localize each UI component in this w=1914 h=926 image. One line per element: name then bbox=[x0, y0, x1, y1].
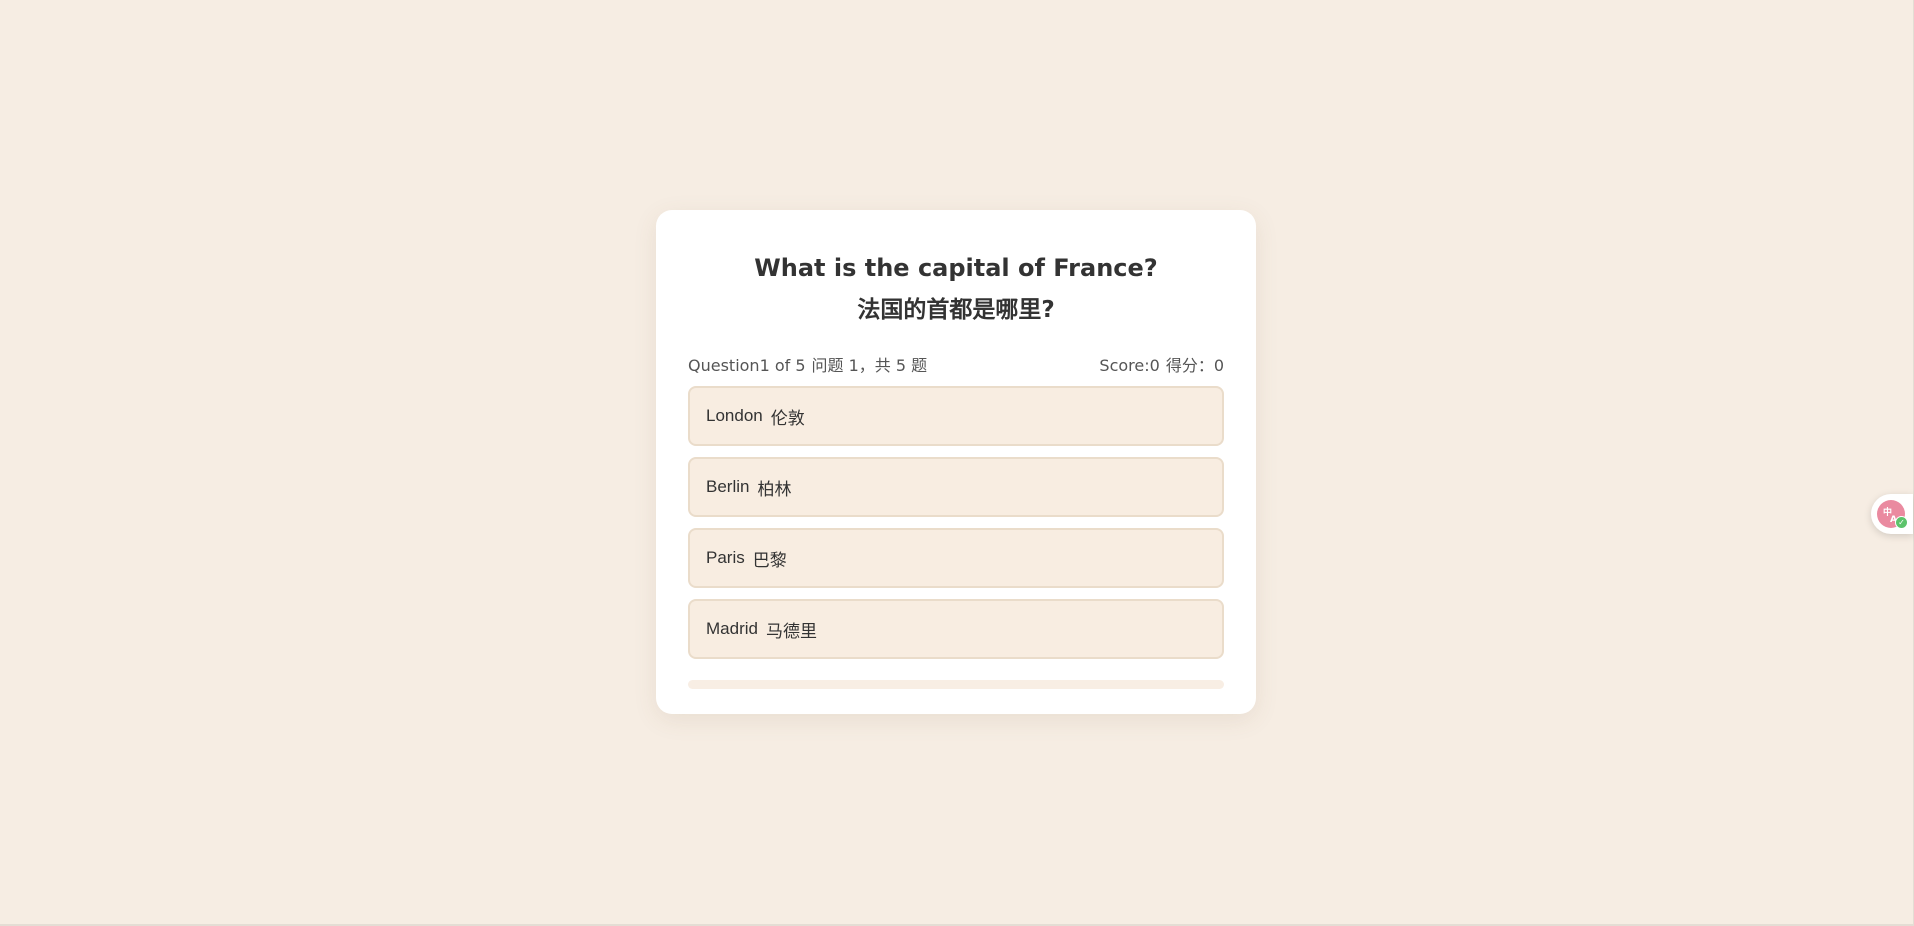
question-progress: Question1 of 5 问题 1，共 5 题 bbox=[688, 352, 927, 376]
answer-option-paris[interactable]: Paris 巴黎 bbox=[688, 528, 1224, 588]
answer-option-berlin[interactable]: Berlin 柏林 bbox=[688, 457, 1224, 517]
answer-options: London 伦敦 Berlin 柏林 Paris 巴黎 Madrid 马德里 bbox=[688, 386, 1224, 659]
page: What is the capital of France? 法国的首都是哪里?… bbox=[0, 0, 1914, 926]
option-label-en: Berlin bbox=[706, 477, 750, 496]
option-label-cn: 柏林 bbox=[757, 479, 792, 499]
question-progress-en: Question1 of 5 bbox=[688, 356, 806, 375]
option-label-cn: 巴黎 bbox=[752, 550, 787, 570]
option-label-cn: 伦敦 bbox=[770, 408, 805, 428]
answer-option-madrid[interactable]: Madrid 马德里 bbox=[688, 599, 1224, 659]
quiz-card: What is the capital of France? 法国的首都是哪里?… bbox=[656, 210, 1256, 714]
score-en: Score:0 bbox=[1099, 356, 1160, 375]
answer-option-london[interactable]: London 伦敦 bbox=[688, 386, 1224, 446]
question-progress-cn: 问题 1，共 5 题 bbox=[811, 356, 928, 375]
translate-icon: 中 A ✓ bbox=[1877, 500, 1908, 529]
question-title-chinese: 法国的首都是哪里? bbox=[857, 297, 1055, 323]
translate-widget-button[interactable]: 中 A ✓ bbox=[1871, 494, 1913, 534]
question-title: What is the capital of France? bbox=[754, 254, 1158, 282]
quiz-meta: Question1 of 5 问题 1，共 5 题 Score:0 得分：0 bbox=[688, 352, 1224, 376]
progress-bar bbox=[688, 680, 1224, 689]
option-label-cn: 马德里 bbox=[765, 621, 817, 641]
option-label-en: London bbox=[706, 406, 763, 425]
check-icon: ✓ bbox=[1895, 516, 1908, 529]
option-label-en: Madrid bbox=[706, 619, 758, 638]
option-label-en: Paris bbox=[706, 548, 745, 567]
score: Score:0 得分：0 bbox=[1099, 352, 1224, 376]
score-cn: 得分：0 bbox=[1165, 356, 1224, 375]
